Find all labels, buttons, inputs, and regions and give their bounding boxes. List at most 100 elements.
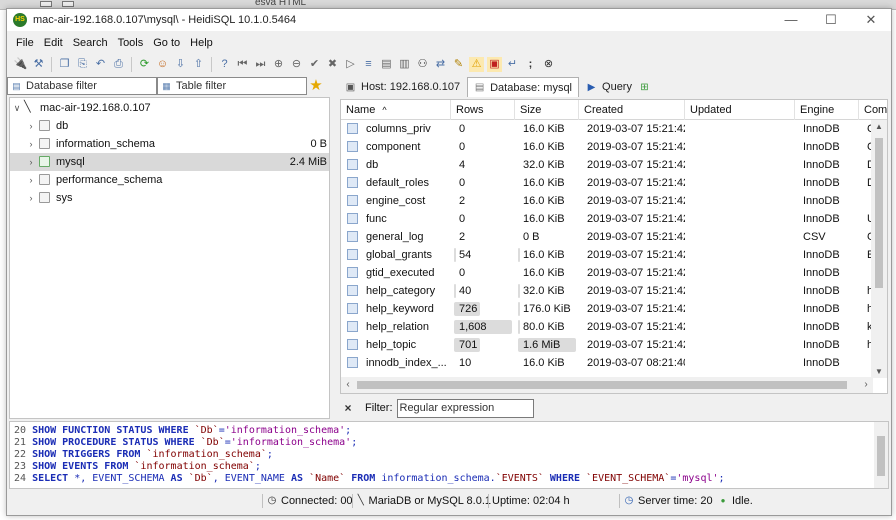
cell-engine[interactable]: InnoDB (795, 138, 859, 156)
cell-size[interactable]: 16.0 KiB (515, 354, 579, 372)
cell-name[interactable]: innodb_index_... (341, 354, 451, 372)
cell-engine[interactable]: InnoDB (795, 156, 859, 174)
cell-name[interactable]: component (341, 138, 451, 156)
column-header-engine[interactable]: Engine (795, 100, 859, 120)
cell-created[interactable]: 2019-03-07 15:21:42 (579, 336, 685, 354)
cell-rows[interactable]: 1,608 (451, 318, 515, 336)
cell-engine[interactable]: InnoDB (795, 336, 859, 354)
find-icon[interactable]: ⚇ (415, 57, 430, 72)
cell-updated[interactable] (685, 192, 795, 210)
first-icon[interactable]: ⏮ (235, 57, 250, 72)
scroll-right-icon[interactable]: › (859, 377, 873, 393)
menu-tools[interactable]: Tools (113, 35, 149, 51)
cell-engine[interactable]: InnoDB (795, 174, 859, 192)
wrap-icon[interactable]: ↵ (505, 57, 520, 72)
highlight-icon[interactable]: ▣ (487, 56, 502, 72)
cell-created[interactable]: 2019-03-07 15:21:42 (579, 318, 685, 336)
scroll-left-icon[interactable]: ‹ (341, 377, 355, 393)
cell-created[interactable]: 2019-03-07 15:21:42 (579, 174, 685, 192)
chevron-right-icon[interactable]: › (26, 153, 36, 171)
chevron-right-icon[interactable]: › (26, 117, 36, 135)
favorite-star-icon[interactable]: ★ (307, 77, 325, 95)
cell-created[interactable]: 2019-03-07 15:21:42 (579, 192, 685, 210)
cell-engine[interactable]: InnoDB (795, 210, 859, 228)
apply-icon[interactable]: ✔ (307, 57, 322, 72)
cell-size[interactable]: 0 B (515, 228, 579, 246)
cell-created[interactable]: 2019-03-07 15:21:42 (579, 156, 685, 174)
column-header-name[interactable]: Name ^ (341, 100, 451, 120)
cell-created[interactable]: 2019-03-07 15:21:42 (579, 264, 685, 282)
table-row[interactable]: help_relation 1,608 80.0 KiB 2019-03-07 15:… (341, 318, 887, 336)
column-header-created[interactable]: Created (579, 100, 685, 120)
scroll-down-icon[interactable]: ▼ (871, 367, 887, 376)
semicolon-icon[interactable]: ; (523, 57, 538, 72)
cell-size[interactable]: 176.0 KiB (515, 300, 579, 318)
table-row[interactable]: columns_priv 0 16.0 KiB 2019-03-07 15:21:42… (341, 120, 887, 138)
cell-rows[interactable]: 0 (451, 138, 515, 156)
tab-host[interactable]: ▣ Host: 192.168.0.107 (338, 77, 467, 97)
cell-updated[interactable] (685, 120, 795, 138)
cell-rows[interactable]: 4 (451, 156, 515, 174)
warning-icon[interactable]: ⚠ (469, 56, 484, 72)
cell-name[interactable]: gtid_executed (341, 264, 451, 282)
copy-icon[interactable]: ❐ (57, 57, 72, 72)
scroll-thumb[interactable] (875, 138, 883, 288)
cell-name[interactable]: db (341, 156, 451, 174)
cell-rows[interactable]: 2 (451, 228, 515, 246)
cell-name[interactable]: help_category (341, 282, 451, 300)
menu-file[interactable]: File (11, 35, 39, 51)
tree-db-row[interactable]: › performance_schema (10, 171, 329, 189)
cell-created[interactable]: 2019-03-07 15:21:42 (579, 228, 685, 246)
menu-search[interactable]: Search (68, 35, 113, 51)
database-filter-input[interactable]: ▤ Database filter (7, 77, 157, 95)
cell-created[interactable]: 2019-03-07 15:21:42 (579, 138, 685, 156)
cell-updated[interactable] (685, 228, 795, 246)
new-query-tab-icon[interactable]: ⊞ (639, 82, 650, 93)
cell-updated[interactable] (685, 300, 795, 318)
execute-icon[interactable]: ▷ (343, 57, 358, 72)
save-icon[interactable]: ▤ (379, 57, 394, 72)
remove-icon[interactable]: ⊖ (289, 57, 304, 72)
cell-engine[interactable]: CSV (795, 228, 859, 246)
table-filter-input[interactable]: ▦ Table filter (157, 77, 307, 95)
menu-edit[interactable]: Edit (39, 35, 68, 51)
cell-rows[interactable]: 0 (451, 120, 515, 138)
cell-rows[interactable]: 0 (451, 264, 515, 282)
explain-icon[interactable]: ≡ (361, 57, 376, 72)
cell-size[interactable]: 16.0 KiB (515, 138, 579, 156)
table-row[interactable]: help_category 40 32.0 KiB 2019-03-07 15:21:… (341, 282, 887, 300)
cell-name[interactable]: help_topic (341, 336, 451, 354)
cell-created[interactable]: 2019-03-07 15:21:42 (579, 246, 685, 264)
import-icon[interactable]: ⇧ (191, 57, 206, 72)
cell-engine[interactable]: InnoDB (795, 318, 859, 336)
cell-size[interactable]: 16.0 KiB (515, 246, 579, 264)
table-row[interactable]: db432.0 KiB2019-03-07 15:21:42InnoDBD (341, 156, 887, 174)
cell-updated[interactable] (685, 336, 795, 354)
connect-icon[interactable]: 🔌 (13, 57, 28, 72)
column-header-comment[interactable]: Com (859, 100, 887, 120)
cell-rows[interactable]: 726 (451, 300, 515, 318)
close-button[interactable]: ✕ (851, 9, 891, 31)
chevron-down-icon[interactable]: ∨ (12, 99, 22, 117)
cell-updated[interactable] (685, 210, 795, 228)
column-header-rows[interactable]: Rows (451, 100, 515, 120)
cancel-icon[interactable]: ✖ (325, 57, 340, 72)
table-row[interactable]: gtid_executed 0 16.0 KiB 2019-03-07 15:21:4… (341, 264, 887, 282)
table-row[interactable]: engine_cost 2 16.0 KiB 2019-03-07 15:21:42 I… (341, 192, 887, 210)
cell-size[interactable]: 80.0 KiB (515, 318, 579, 336)
sql-log-scrollbar[interactable] (874, 422, 888, 488)
table-row[interactable]: help_topic 701 1.6 MiB 2019-03-07 15:21:42 I… (341, 336, 887, 354)
cell-name[interactable]: general_log (341, 228, 451, 246)
table-row[interactable]: component 0 16.0 KiB 2019-03-07 15:21:42 Inn… (341, 138, 887, 156)
cell-updated[interactable] (685, 246, 795, 264)
cell-updated[interactable] (685, 156, 795, 174)
cell-engine[interactable]: InnoDB (795, 120, 859, 138)
table-row[interactable]: global_grants 54 16.0 KiB 2019-03-07 15:21:… (341, 246, 887, 264)
cell-updated[interactable] (685, 318, 795, 336)
cell-rows[interactable]: 0 (451, 210, 515, 228)
cell-size[interactable]: 32.0 KiB (515, 282, 579, 300)
menu-goto[interactable]: Go to (148, 35, 185, 51)
user-manager-icon[interactable]: ☺ (155, 57, 170, 72)
table-row[interactable]: help_keyword 726 176.0 KiB 2019-03-07 15:21… (341, 300, 887, 318)
cell-created[interactable]: 2019-03-07 08:21:40 (579, 354, 685, 372)
